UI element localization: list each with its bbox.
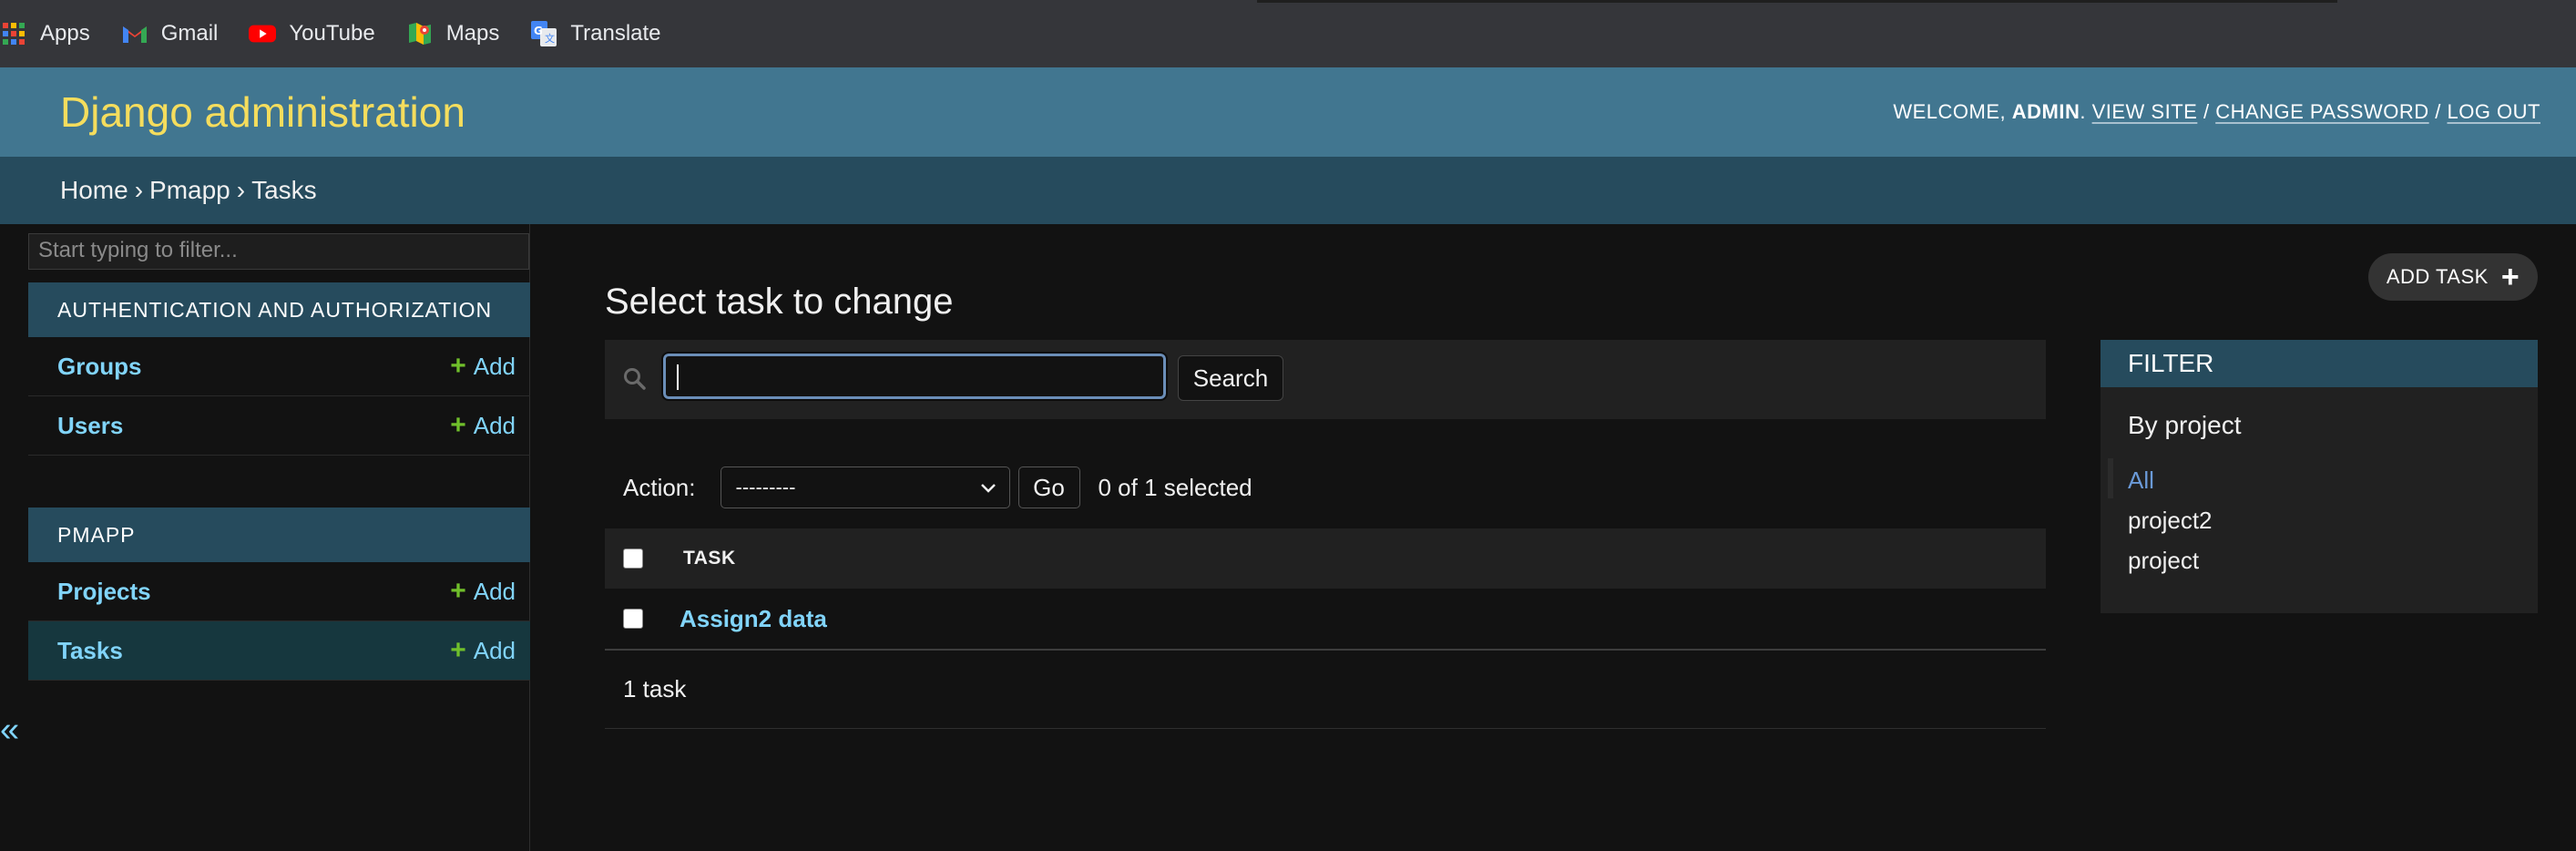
filter-options: All project2 project [2128,460,2213,580]
model-link-projects[interactable]: Projects [57,578,151,606]
filter-option-all[interactable]: All [2128,460,2213,500]
svg-text:文: 文 [545,32,555,45]
filter-title: FILTER [2101,340,2538,387]
nav-filter-input[interactable]: Start typing to filter... [28,233,529,270]
separator: / [2428,100,2448,123]
breadcrumb-separator: › [134,176,144,204]
gmail-icon [121,20,148,47]
row-checkbox[interactable] [623,609,643,629]
changelist-search: Search [605,340,2046,419]
filter-option-project[interactable]: project [2128,540,2213,580]
breadcrumb-home[interactable]: Home [60,176,128,205]
add-users-link[interactable]: + Add [450,410,516,441]
breadcrumb-current: Tasks [251,176,317,204]
maps-icon [406,20,434,47]
bookmark-label: Apps [40,21,90,46]
add-label: Add [473,352,516,380]
bookmark-label: Translate [570,21,661,46]
table-header: TASK [605,528,2046,589]
sidebar-item-users: Users + Add [28,396,530,456]
nav-sidebar: Start typing to filter... AUTHENTICATION… [0,224,530,851]
add-tasks-link[interactable]: + Add [450,635,516,666]
plus-icon: + [450,576,466,606]
add-label: Add [473,636,516,664]
search-button[interactable]: Search [1178,355,1283,401]
bookmark-gmail[interactable]: Gmail [121,20,219,47]
model-link-groups[interactable]: Groups [57,353,141,381]
column-header-task[interactable]: TASK [683,548,736,569]
user-tools: WELCOME, ADMIN. VIEW SITE / CHANGE PASSW… [1893,100,2540,124]
sidebar-collapse-toggle[interactable]: « [0,713,19,747]
action-label: Action: [623,473,696,501]
plus-icon: + [2500,260,2520,294]
site-branding[interactable]: Django administration [60,87,465,137]
bookmark-translate[interactable]: G 文 Translate [530,20,661,47]
sidebar-item-tasks: Tasks + Add [28,621,530,681]
module-caption-auth[interactable]: AUTHENTICATION AND AUTHORIZATION [28,282,530,337]
selected-filter-indicator [2108,458,2113,498]
plus-icon: + [450,635,466,665]
add-projects-link[interactable]: + Add [450,576,516,607]
chevron-down-icon [980,476,997,499]
bookmark-label: Gmail [160,21,219,46]
go-button[interactable]: Go [1017,467,1080,508]
bookmarks-bar: Apps Gmail YouTube Maps G 文 Translate [0,0,2576,67]
add-task-button[interactable]: ADD TASK + [2368,253,2538,301]
bookmark-label: YouTube [289,21,375,46]
bookmark-youtube[interactable]: YouTube [249,20,375,47]
plus-icon: + [450,351,466,381]
translate-icon: G 文 [530,20,557,47]
plus-icon: + [450,410,466,440]
filter-by-project-heading: By project [2128,411,2242,439]
action-select[interactable]: --------- [720,467,1010,508]
page-title: Select task to change [605,281,954,322]
module-caption-pmapp[interactable]: PMAPP [28,508,530,562]
welcome-text: WELCOME, [1893,100,2012,123]
youtube-icon [249,20,277,47]
breadcrumb-separator: › [236,176,246,204]
bookmark-maps[interactable]: Maps [406,20,500,47]
svg-text:G: G [534,25,543,37]
table-row: Assign2 data [605,589,2046,651]
view-site-link[interactable]: VIEW SITE [2092,100,2198,123]
add-groups-link[interactable]: + Add [450,351,516,382]
add-task-label: ADD TASK [2386,265,2489,288]
action-selected-value: --------- [735,476,796,498]
bookmark-label: Maps [445,21,500,46]
selection-counter: 0 of 1 selected [1098,473,1252,501]
task-link[interactable]: Assign2 data [680,605,827,633]
change-password-link[interactable]: CHANGE PASSWORD [2215,100,2428,123]
separator: / [2197,100,2216,123]
sidebar-item-groups: Groups + Add [28,337,530,396]
action-bar: Action: --------- Go 0 of 1 selected [623,465,1252,510]
bookmark-apps[interactable]: Apps [0,20,90,47]
apps-grid-icon [0,20,27,47]
log-out-link[interactable]: LOG OUT [2447,100,2540,123]
search-icon [623,367,647,395]
changelist-filter: FILTER By project All project2 project [2101,340,2538,613]
admin-header: Django administration WELCOME, ADMIN. VI… [0,67,2576,157]
breadcrumb-app[interactable]: Pmapp [149,176,230,205]
add-label: Add [473,577,516,605]
model-link-tasks[interactable]: Tasks [57,637,123,665]
filter-option-project2[interactable]: project2 [2128,500,2213,540]
result-list: TASK Assign2 data 1 task [605,528,2046,729]
search-input[interactable] [661,352,1168,401]
username: ADMIN [2011,100,2080,123]
breadcrumb: Home › Pmapp › Tasks [0,157,2576,224]
add-label: Add [473,411,516,439]
paginator: 1 task [605,651,2046,729]
model-link-users[interactable]: Users [57,412,123,440]
text-caret [677,364,679,390]
sidebar-item-projects: Projects + Add [28,562,530,621]
select-all-checkbox[interactable] [623,549,643,569]
period-text: . [2080,100,2086,123]
tab-strip-edge [1257,0,2337,3]
